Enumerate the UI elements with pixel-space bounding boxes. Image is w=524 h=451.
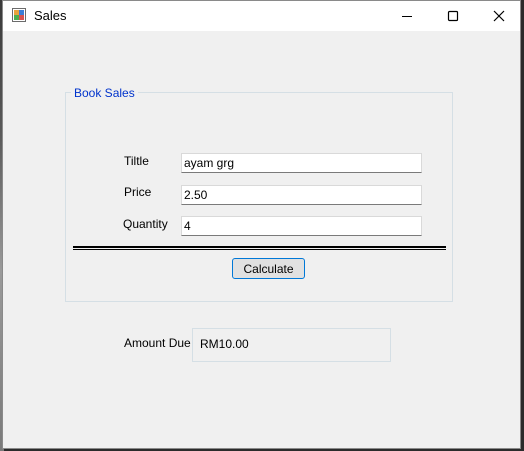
- close-icon: [493, 10, 505, 22]
- quantity-label: Quantity: [123, 217, 168, 231]
- groupbox-legend: Book Sales: [71, 86, 138, 100]
- quantity-input[interactable]: [181, 216, 422, 236]
- calculate-button[interactable]: Calculate: [232, 258, 305, 279]
- window-title: Sales: [34, 8, 67, 23]
- amount-due-label: Amount Due: [124, 336, 191, 350]
- title-label: Tiltle: [124, 154, 149, 168]
- close-button[interactable]: [476, 1, 522, 31]
- title-input[interactable]: [181, 153, 422, 173]
- minimize-icon: [402, 16, 412, 17]
- separator-line: [73, 246, 446, 250]
- price-input[interactable]: [181, 185, 422, 205]
- price-label: Price: [124, 185, 152, 199]
- amount-due-value: RM10.00: [200, 337, 249, 351]
- maximize-button[interactable]: [430, 1, 476, 31]
- minimize-button[interactable]: [384, 1, 430, 31]
- title-bar[interactable]: Sales: [3, 1, 520, 31]
- maximize-icon: [447, 10, 459, 22]
- winforms-app-icon: [12, 8, 26, 22]
